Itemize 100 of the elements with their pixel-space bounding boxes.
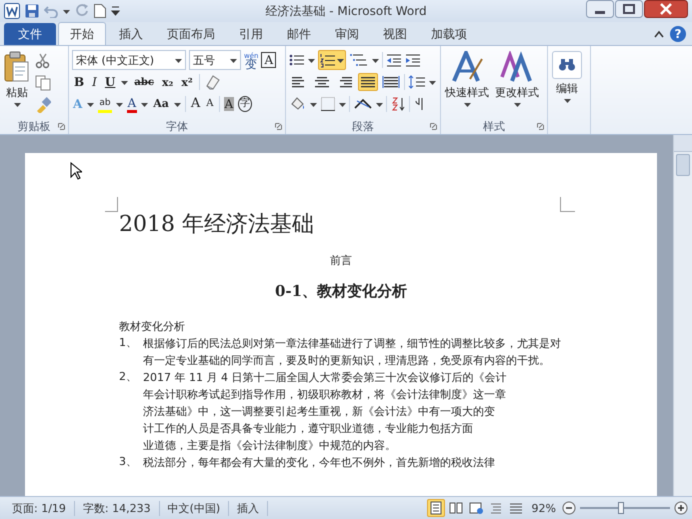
caret-icon[interactable] [310, 102, 317, 106]
print-layout-icon[interactable] [426, 499, 445, 517]
caret-icon[interactable] [308, 58, 315, 62]
styles-icon [450, 51, 484, 83]
language-indicator[interactable]: 中文(中国) [160, 500, 230, 516]
caret-icon[interactable] [464, 102, 470, 107]
format-button[interactable]: B [72, 75, 86, 89]
ribbon-tab[interactable]: 页面布局 [156, 23, 226, 45]
preface-heading: 前言 [329, 253, 353, 268]
ribbon-tab[interactable]: 开始 [58, 22, 106, 45]
font-effect-button[interactable]: A [190, 97, 202, 111]
body-text-line: 2017 年 11 月 4 日第十二届全国人大常委会第三十次会议修订后的《会计 [143, 370, 506, 386]
borders-icon[interactable] [320, 96, 336, 112]
caret-icon[interactable] [376, 102, 383, 106]
justify-icon[interactable] [358, 73, 378, 91]
insert-mode[interactable]: 插入 [229, 500, 268, 516]
group-label: 样式 [483, 119, 505, 134]
clipboard-icon [4, 51, 30, 83]
binoculars-icon [558, 58, 576, 72]
caret-icon[interactable] [63, 8, 70, 14]
caret-icon[interactable] [339, 102, 346, 106]
maximize-icon[interactable] [615, 0, 643, 18]
caret-icon[interactable] [87, 102, 94, 106]
paintbrush-icon[interactable] [35, 97, 51, 113]
caret-icon[interactable] [121, 80, 128, 84]
dialog-launcher-icon[interactable] [537, 123, 544, 130]
zoom-in-icon[interactable] [674, 501, 688, 515]
caret-icon[interactable] [141, 102, 148, 106]
dialog-launcher-icon[interactable] [430, 123, 437, 130]
caret-icon[interactable] [564, 98, 570, 103]
ribbon-tab[interactable]: 视图 [372, 23, 418, 45]
format-button[interactable]: x₂ [160, 76, 176, 88]
font-effect-button[interactable]: A [224, 97, 234, 111]
new-document-icon[interactable] [94, 4, 106, 18]
character-border-button[interactable]: A [261, 52, 276, 68]
font-effect-button[interactable]: 字 [238, 96, 252, 112]
font-effect-button[interactable]: ab [98, 96, 112, 112]
collapse-ribbon-icon[interactable] [654, 30, 664, 38]
bullet-list-icon[interactable] [289, 52, 305, 68]
mouse-pointer-icon [70, 162, 82, 180]
numbered-list-button[interactable] [318, 50, 346, 70]
caret-icon[interactable] [174, 102, 181, 106]
sort-icon[interactable] [390, 96, 406, 112]
word-count[interactable]: 字数: 14,233 [74, 500, 160, 516]
caret-icon[interactable] [14, 102, 20, 107]
multilevel-list-icon[interactable] [349, 52, 369, 68]
section-heading: 0-1、教材变化分析 [274, 282, 408, 301]
font-name-dropdown[interactable]: 宋体 (中文正文) [72, 50, 186, 70]
decrease-indent-icon[interactable] [386, 52, 402, 68]
word-logo-icon[interactable] [4, 3, 20, 19]
body-text-line: 计工作的人员是否具备专业能力，遵守职业道德，专业能力包括方面 [143, 421, 474, 437]
ribbon-tab[interactable]: 加载项 [420, 23, 478, 45]
ribbon-tab[interactable]: 审阅 [324, 23, 370, 45]
scissors-icon[interactable] [35, 53, 51, 69]
format-button[interactable]: U [102, 75, 118, 89]
minimize-icon[interactable] [586, 0, 614, 18]
font-effect-button[interactable]: Aa [152, 97, 170, 111]
slider-thumb[interactable] [618, 502, 624, 514]
dialog-launcher-icon[interactable] [275, 123, 282, 130]
ribbon-tab[interactable]: 引用 [228, 23, 274, 45]
caret-icon[interactable] [337, 58, 344, 62]
caret-icon[interactable] [372, 58, 379, 62]
dialog-launcher-icon[interactable] [58, 123, 65, 130]
format-button[interactable]: x² [179, 76, 195, 88]
caret-icon[interactable] [429, 80, 436, 84]
zoom-out-icon[interactable] [562, 501, 576, 515]
close-icon[interactable] [644, 0, 688, 18]
font-effect-button[interactable]: A [205, 97, 215, 111]
caret-icon[interactable] [175, 58, 182, 62]
shading-icon[interactable] [289, 96, 307, 112]
caret-icon[interactable] [230, 58, 237, 62]
quick-styles-button[interactable]: 快速样式 [444, 49, 490, 119]
save-icon[interactable] [25, 4, 39, 18]
copy-icon[interactable] [35, 75, 51, 91]
list-number: 2、 [119, 369, 138, 385]
change-styles-button[interactable]: 更改样式 [494, 49, 540, 119]
ribbon-tab[interactable]: 文件 [4, 23, 56, 45]
body-text-line: 有一定专业基础的同学而言，要及时的更新知识，理清思路，免受原有内容的干扰。 [143, 353, 551, 369]
vertical-scrollbar[interactable] [673, 135, 692, 496]
format-button[interactable]: abc [132, 76, 156, 88]
caret-icon[interactable] [116, 102, 123, 106]
help-button[interactable]: ? [670, 26, 686, 42]
change-styles-icon [500, 51, 534, 83]
line-spacing-icon[interactable] [408, 74, 426, 90]
distributed-align-icon[interactable] [381, 73, 401, 91]
increase-indent-icon[interactable] [405, 52, 421, 68]
format-button[interactable]: I [90, 75, 99, 89]
ribbon-tab[interactable]: 邮件 [276, 23, 322, 45]
font-effect-button[interactable]: A [126, 96, 138, 112]
body-text-line: 业道德，主要是指《会计法律制度》中规范的内容。 [143, 438, 397, 454]
clear-formatting-icon[interactable] [204, 74, 222, 90]
page-count[interactable]: 页面: 1/19 [4, 500, 75, 516]
editing-button[interactable]: 编辑 [551, 49, 583, 134]
customize-toolbar-icon[interactable] [111, 5, 120, 17]
ribbon-tab[interactable]: 插入 [108, 23, 154, 45]
zoom-level[interactable]: 92% [526, 502, 562, 514]
body-text-line: 税法部分，每年都会有大量的变化，今年也不例外，首先新增的税收法律 [143, 455, 495, 471]
font-size-dropdown[interactable]: 五号 [189, 50, 241, 70]
paste-button[interactable]: 粘贴 [3, 49, 31, 119]
caret-icon[interactable] [514, 102, 520, 107]
